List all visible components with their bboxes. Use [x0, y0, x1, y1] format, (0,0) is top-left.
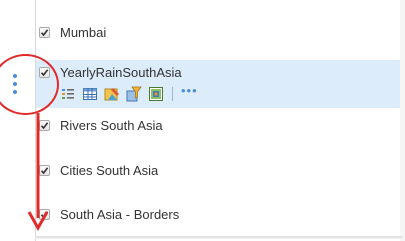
annotation-down-arrow	[27, 113, 49, 232]
